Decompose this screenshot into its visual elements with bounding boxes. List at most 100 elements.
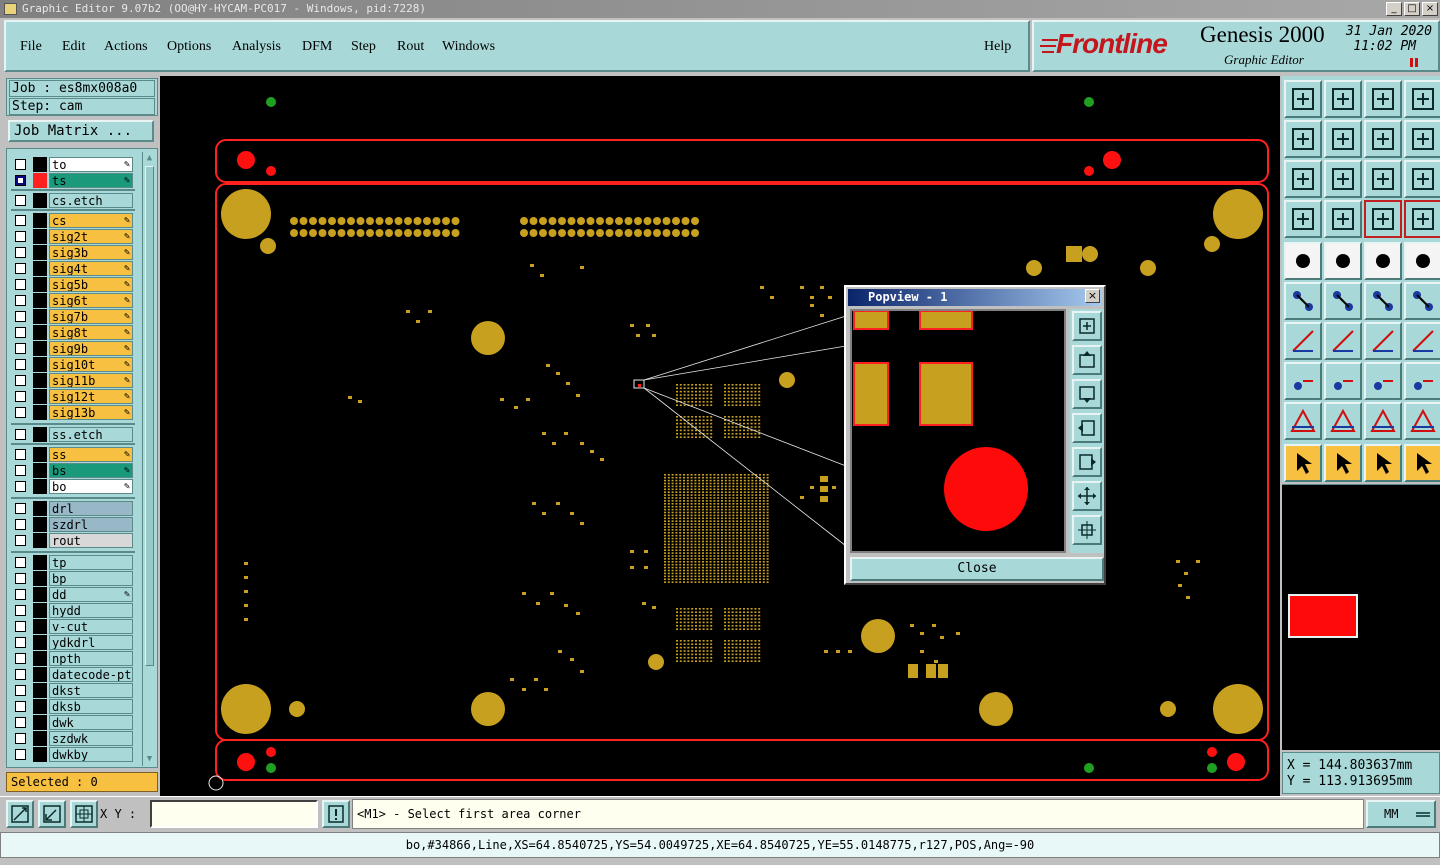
snap-center-button[interactable]	[1404, 242, 1440, 280]
layer-color-swatch[interactable]	[33, 731, 47, 746]
layer-row-sig13b[interactable]: sig13b ✎	[11, 405, 135, 420]
layer-name[interactable]: szdwk	[49, 731, 133, 746]
layer-compare-button[interactable]	[1364, 200, 1402, 238]
layer-name[interactable]: bs ✎	[49, 463, 133, 478]
layer-name[interactable]: npth	[49, 651, 133, 666]
popview-close-button[interactable]: Close	[850, 557, 1104, 581]
maximize-button[interactable]: □	[1404, 2, 1420, 16]
layer-name[interactable]: v-cut	[49, 619, 133, 634]
layer-checkbox[interactable]	[15, 343, 26, 354]
layer-row-sig2t[interactable]: sig2t ✎	[11, 229, 135, 244]
layer-checkbox[interactable]	[15, 359, 26, 370]
layer-name[interactable]: sig6t ✎	[49, 293, 133, 308]
info-button[interactable]	[322, 800, 350, 828]
layer-checkbox[interactable]	[15, 535, 26, 546]
layer-checkbox[interactable]	[15, 653, 26, 664]
job-matrix-button[interactable]: Job Matrix ...	[8, 120, 154, 142]
layer-name[interactable]: dd ✎	[49, 587, 133, 602]
layer-row-sig6t[interactable]: sig6t ✎	[11, 293, 135, 308]
layer-color-swatch[interactable]	[33, 699, 47, 714]
layer-checkbox[interactable]	[15, 375, 26, 386]
layer-color-swatch[interactable]	[33, 213, 47, 228]
layer-toggle-button[interactable]	[1404, 200, 1440, 238]
layer-color-swatch[interactable]	[33, 173, 47, 188]
scroll-thumb[interactable]	[145, 166, 154, 666]
zoom-area-button[interactable]	[6, 800, 34, 828]
layer-name[interactable]: sig7b ✎	[49, 309, 133, 324]
menu-rout[interactable]: Rout	[397, 39, 424, 55]
layer-color-swatch[interactable]	[33, 479, 47, 494]
layer-name[interactable]: bo ✎	[49, 479, 133, 494]
zoom-1to2-button[interactable]	[1364, 160, 1402, 198]
layer-row-drl[interactable]: drl	[11, 501, 135, 516]
layer-name[interactable]: sig4t ✎	[49, 261, 133, 276]
layer-checkbox[interactable]	[15, 279, 26, 290]
settings-button[interactable]	[1284, 200, 1322, 238]
menu-step[interactable]: Step	[351, 39, 376, 55]
layer-row-ts[interactable]: ts ✎	[11, 173, 135, 188]
layer-name[interactable]: drl	[49, 501, 133, 516]
layer-checkbox[interactable]	[15, 449, 26, 460]
redo-button[interactable]	[1364, 120, 1402, 158]
layer-name[interactable]: dkst	[49, 683, 133, 698]
layer-checkbox[interactable]	[15, 669, 26, 680]
layer-color-swatch[interactable]	[33, 325, 47, 340]
layer-checkbox[interactable]	[15, 195, 26, 206]
layer-checkbox[interactable]	[15, 733, 26, 744]
layer-color-swatch[interactable]	[33, 293, 47, 308]
layer-row-bp[interactable]: bp	[11, 571, 135, 586]
menu-help[interactable]: Help	[984, 39, 1011, 55]
layer-row-dkst[interactable]: dkst	[11, 683, 135, 698]
layer-scrollbar[interactable]: ▲ ▼	[142, 152, 156, 766]
layer-name[interactable]: to ✎	[49, 157, 133, 172]
pcb-board[interactable]	[160, 76, 1280, 796]
dimension-button[interactable]	[1364, 362, 1402, 400]
popview-close-icon[interactable]: ×	[1085, 289, 1100, 303]
layer-color-swatch[interactable]	[33, 357, 47, 372]
layer-checkbox[interactable]	[15, 573, 26, 584]
layer-row-sig10t[interactable]: sig10t ✎	[11, 357, 135, 372]
layer-checkbox[interactable]	[15, 685, 26, 696]
copy-feature-button[interactable]	[1404, 282, 1440, 320]
snap-grid-button[interactable]	[70, 800, 98, 828]
layer-name[interactable]: hydd	[49, 603, 133, 618]
pause-icon[interactable]	[1410, 58, 1418, 67]
layer-row-to[interactable]: to ✎	[11, 157, 135, 172]
menu-windows[interactable]: Windows	[442, 39, 495, 55]
menu-file[interactable]: File	[20, 39, 42, 55]
layer-color-swatch[interactable]	[33, 245, 47, 260]
pointer-button[interactable]	[1284, 444, 1322, 482]
layer-checkbox[interactable]	[15, 247, 26, 258]
layer-color-swatch[interactable]	[33, 389, 47, 404]
pan-right-button[interactable]	[1324, 120, 1362, 158]
layer-color-swatch[interactable]	[33, 683, 47, 698]
layer-color-swatch[interactable]	[33, 427, 47, 442]
layer-name[interactable]: sig12t ✎	[49, 389, 133, 404]
pop-zoom-in-button[interactable]	[1072, 311, 1102, 341]
layer-row-sig8t[interactable]: sig8t ✎	[11, 325, 135, 340]
menu-edit[interactable]: Edit	[62, 39, 85, 55]
layer-row-rout[interactable]: rout	[11, 533, 135, 548]
layer-row-dksb[interactable]: dksb	[11, 699, 135, 714]
help-button[interactable]	[1404, 160, 1440, 198]
layer-checkbox[interactable]	[15, 637, 26, 648]
flip-button[interactable]	[1404, 322, 1440, 360]
layer-checkbox[interactable]	[15, 215, 26, 226]
layer-color-swatch[interactable]	[33, 715, 47, 730]
pan-down-button[interactable]	[1324, 80, 1362, 118]
popview-title[interactable]: Popview - 1	[848, 289, 1102, 306]
minimize-button[interactable]: _	[1386, 2, 1402, 16]
layer-name[interactable]: ydkdrl	[49, 635, 133, 650]
menu-dfm[interactable]: DFM	[302, 39, 332, 55]
layer-row-ss.etch[interactable]: ss.etch	[11, 427, 135, 442]
scroll-down-icon[interactable]: ▼	[144, 754, 155, 765]
popview-view[interactable]	[850, 309, 1066, 553]
layer-name[interactable]: sig9b ✎	[49, 341, 133, 356]
layer-row-dd[interactable]: dd ✎	[11, 587, 135, 602]
layer-row-szdrl[interactable]: szdrl	[11, 517, 135, 532]
layer-color-swatch[interactable]	[33, 463, 47, 478]
layer-checkbox[interactable]	[15, 519, 26, 530]
xy-input[interactable]	[150, 800, 318, 828]
layer-checkbox[interactable]	[15, 311, 26, 322]
zoom-house-button[interactable]	[1364, 80, 1402, 118]
